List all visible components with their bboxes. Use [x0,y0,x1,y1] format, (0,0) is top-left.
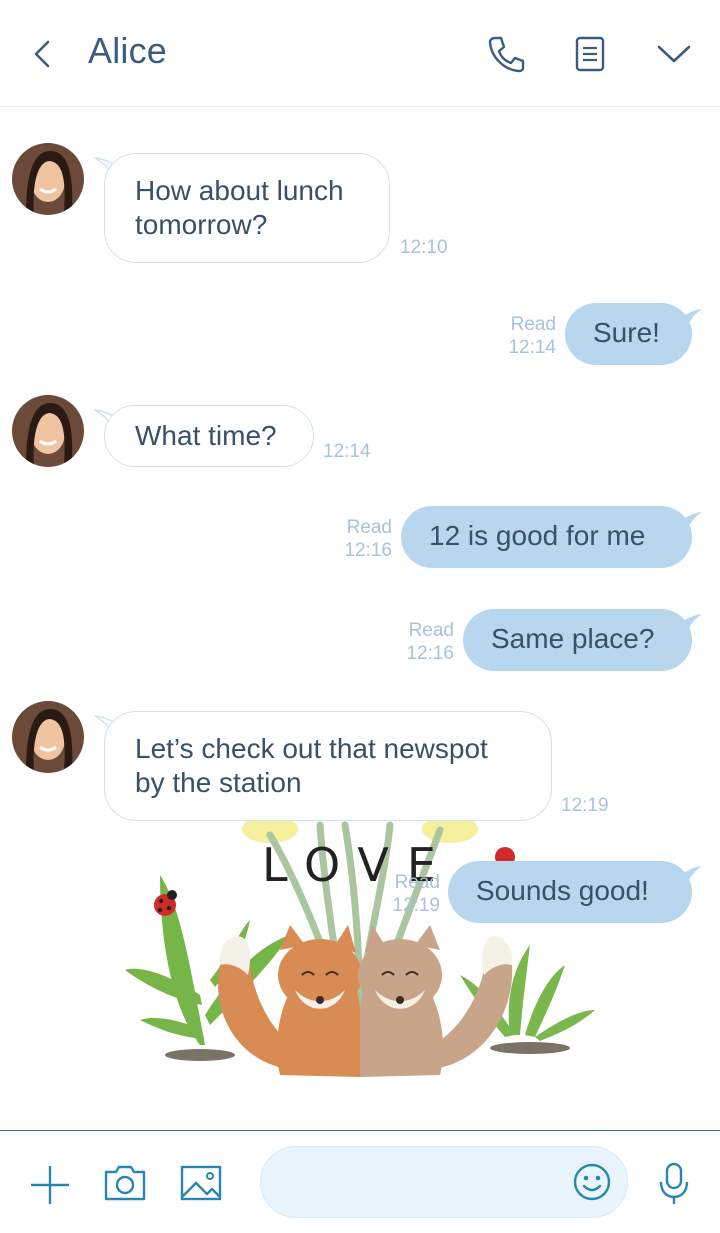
chat-title[interactable]: Alice [88,30,167,72]
message-bubble-outgoing[interactable]: Sounds good! [448,861,692,923]
phone-icon[interactable] [484,34,528,74]
avatar[interactable] [12,395,84,467]
message-text: Sure! [593,317,660,348]
message-text-line: How about lunch [135,175,344,206]
dropdown-chevron-icon[interactable] [654,38,694,70]
avatar[interactable] [12,143,84,215]
message-time: 12:16 [344,540,392,561]
read-receipt: Read 12:14 [500,313,556,359]
message-bubble-incoming[interactable]: What time? [104,405,314,467]
message-text-line: Let’s check out that newspot [135,733,488,764]
message-bubble-incoming[interactable]: Let’s check out that newspot by the stat… [104,711,552,821]
message-bubble-outgoing[interactable]: Same place? [463,609,692,671]
message-time: 12:16 [406,643,454,664]
message-time: 12:14 [323,441,371,462]
plus-icon[interactable] [28,1163,72,1207]
message-bubble-outgoing[interactable]: Sure! [565,303,692,365]
message-text: 12 is good for me [429,520,646,551]
message-bubble-outgoing[interactable]: 12 is good for me [401,506,692,568]
message-text: Sounds good! [476,875,649,906]
message-time: 12:14 [508,337,556,358]
camera-icon[interactable] [102,1163,148,1203]
composer-bar [0,1130,720,1233]
read-receipt: Read 12:19 [384,871,440,917]
message-text: Same place? [491,623,655,654]
read-label: Read [510,314,556,335]
message-text-line: by the station [135,767,302,798]
message-text: What time? [135,420,277,451]
read-label: Read [346,517,392,538]
avatar[interactable] [12,701,84,773]
read-label: Read [408,620,454,641]
notes-icon[interactable] [572,34,608,74]
message-time: 12:19 [392,895,440,916]
read-receipt: Read 12:16 [398,619,454,665]
message-bubble-incoming[interactable]: How about lunch tomorrow? [104,153,390,263]
back-chevron-icon[interactable] [26,36,58,72]
message-text-line: tomorrow? [135,209,268,240]
read-receipt: Read 12:16 [336,516,392,562]
message-time: 12:10 [400,237,448,258]
read-label: Read [394,872,440,893]
chat-header: Alice [0,0,720,107]
emoji-icon[interactable] [571,1161,613,1203]
message-time: 12:19 [561,795,609,816]
microphone-icon[interactable] [656,1161,692,1207]
image-icon[interactable] [178,1163,224,1203]
message-input[interactable] [285,1147,569,1219]
message-input-container[interactable] [260,1146,628,1219]
